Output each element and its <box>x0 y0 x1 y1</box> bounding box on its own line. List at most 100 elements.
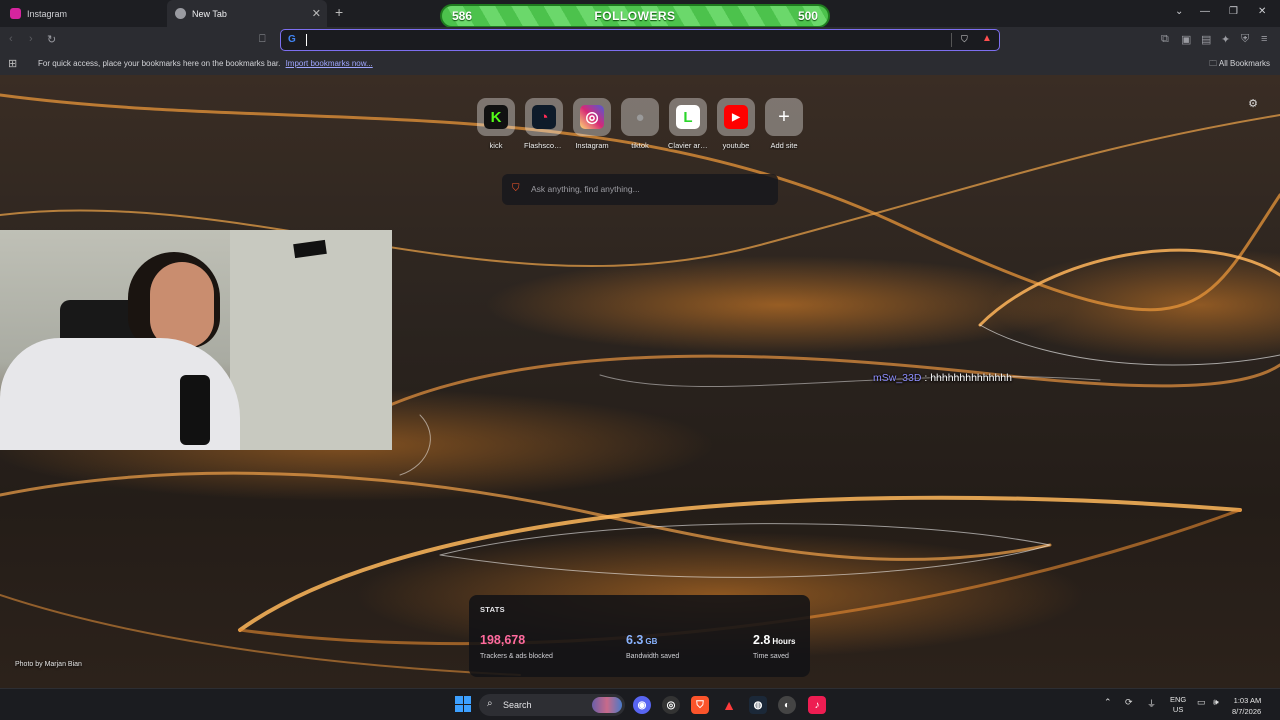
app-icon[interactable]: ◐ <box>778 696 796 714</box>
ntp-search-box[interactable]: ⛉ <box>502 174 778 205</box>
discord-icon[interactable]: ◉ <box>633 696 651 714</box>
bookmarks-bar: ⊞ For quick access, place your bookmarks… <box>0 53 1280 75</box>
stat-value: 6.3 <box>626 633 644 647</box>
wallet-icon[interactable]: ▤ <box>1201 33 1211 46</box>
microphone-icon[interactable]: ⏚ <box>1147 697 1156 710</box>
url-input[interactable] <box>309 32 909 48</box>
stat-unit: GB <box>645 637 658 646</box>
menu-icon[interactable]: ≡ <box>1261 33 1267 45</box>
bookmark-icon[interactable]: ⎕ <box>259 33 266 46</box>
reload-icon[interactable]: ↻ <box>47 33 56 46</box>
text-caret <box>306 34 307 46</box>
new-tab-page: K kick ◔ Flashscore.... ◎ Instagram ● ti… <box>0 75 1280 688</box>
webcam-wall <box>230 230 392 450</box>
back-arrow-icon[interactable]: ‹ <box>9 33 13 45</box>
top-site-flashscore[interactable]: ◔ Flashscore.... <box>524 98 564 150</box>
site-tile: L <box>669 98 707 136</box>
stat-label: Trackers & ads blocked <box>480 653 553 660</box>
stat-label: Time saved <box>753 653 789 660</box>
globe-icon: ● <box>635 108 645 126</box>
brave-shield-favicon-icon <box>175 8 186 19</box>
address-bar[interactable]: G ⛉ ▲ <box>280 29 1000 51</box>
bookmarks-message: For quick access, place your bookmarks h… <box>38 59 373 68</box>
tray-chevron-icon[interactable]: ⌃ <box>1104 697 1112 708</box>
volume-icon[interactable]: 🕪 <box>1213 697 1219 708</box>
photo-credit[interactable]: Photo by Marjan Bian <box>15 661 82 668</box>
tab-new-tab[interactable]: New Tab ✕ <box>167 0 327 27</box>
followers-goal-bar: 586 FOLLOWERS 500 <box>440 4 830 28</box>
windows-taskbar: ⌕ Search ◉ ◎ ⛉ ▲ ◍ ◐ ♪ ⌃ ⟳ ⏚ ENG US ▭ 🕪 … <box>0 688 1280 720</box>
sidebar-icon[interactable]: ▣ <box>1181 33 1191 46</box>
import-bookmarks-link[interactable]: Import bookmarks now... <box>286 59 373 68</box>
stats-heading: STATS <box>480 605 505 614</box>
brave-rewards-icon[interactable]: ▲ <box>982 33 992 44</box>
youtube-icon: ▶ <box>724 105 748 129</box>
site-label: Instagram <box>575 141 609 150</box>
site-tile: ◎ <box>573 98 611 136</box>
folder-icon: 🗀 <box>1209 59 1218 68</box>
webcam-microphone <box>180 375 210 445</box>
tab-title: Instagram <box>27 8 68 19</box>
top-site-clavier[interactable]: L Clavier ara... <box>668 98 708 150</box>
flashscore-icon: ◔ <box>532 105 556 129</box>
navigation-toolbar: ‹ › ↻ ⎕ G ⛉ ▲ ⧉ ▣ ▤ ✦ ⛨ ≡ <box>0 27 1280 53</box>
site-tile: K <box>477 98 515 136</box>
stat-label: Bandwidth saved <box>626 653 680 660</box>
site-label: Add site <box>770 141 798 150</box>
all-bookmarks-button[interactable]: 🗀 All Bookmarks <box>1209 58 1270 72</box>
tray-app-icon[interactable]: ⟳ <box>1125 697 1133 708</box>
apps-grid-icon[interactable]: ⊞ <box>8 57 17 70</box>
stat-value: 2.8 <box>753 633 771 647</box>
webcam-face <box>150 262 214 348</box>
divider <box>951 33 952 47</box>
site-tile: + <box>765 98 803 136</box>
search-highlight-image <box>592 697 622 713</box>
stream-chat-message: mSw_33D : hhhhhhhhhhhhhh <box>873 372 1012 384</box>
followers-label: FOLLOWERS <box>594 9 676 23</box>
top-site-kick[interactable]: K kick <box>476 98 516 150</box>
taskbar-search[interactable]: ⌕ Search <box>479 694 625 716</box>
all-bookmarks-label: All Bookmarks <box>1218 59 1270 68</box>
instagram-icon: ◎ <box>580 105 604 129</box>
ntp-search-input[interactable] <box>531 181 766 197</box>
site-tile: ▶ <box>717 98 755 136</box>
steam-icon[interactable]: ◍ <box>749 696 767 714</box>
leo-ai-icon[interactable]: ✦ <box>1221 33 1230 46</box>
site-tile: ◔ <box>525 98 563 136</box>
clock[interactable]: 1:03 AM 8/7/2026 <box>1232 695 1261 717</box>
forward-arrow-icon[interactable]: › <box>29 33 33 45</box>
chat-username: mSw_33D <box>873 372 922 384</box>
tiktok-icon[interactable]: ♪ <box>808 696 826 714</box>
top-site-instagram[interactable]: ◎ Instagram <box>572 98 612 150</box>
add-site-button[interactable]: + Add site <box>764 98 804 150</box>
stat-bandwidth-saved: 6.3 GB Bandwidth saved <box>626 631 679 660</box>
top-site-youtube[interactable]: ▶ youtube <box>716 98 756 150</box>
followers-current: 586 <box>452 9 473 23</box>
keyboard-region: US <box>1172 705 1184 714</box>
top-site-tiktok[interactable]: ● tiktok <box>620 98 660 150</box>
vpn-icon[interactable]: ⛨ <box>1241 33 1249 46</box>
brave-rewards-taskbar-icon[interactable]: ▲ <box>720 696 738 714</box>
windows-start-icon[interactable] <box>455 696 471 712</box>
customize-gear-icon[interactable]: ⚙ <box>1248 97 1258 110</box>
brave-icon[interactable]: ⛉ <box>691 696 709 714</box>
minimize-button[interactable]: — <box>1200 6 1210 17</box>
kick-icon: K <box>484 105 508 129</box>
language-code: ENG <box>1170 695 1187 704</box>
brave-shields-icon[interactable]: ⛉ <box>961 34 968 45</box>
followers-goal: 500 <box>797 9 818 23</box>
close-tab-icon[interactable]: ✕ <box>312 7 321 20</box>
plus-icon: + <box>778 105 790 128</box>
extensions-icon[interactable]: ⧉ <box>1161 33 1169 46</box>
tab-search-chevron-icon[interactable]: ⌄ <box>1175 6 1183 17</box>
maximize-button[interactable]: ❐ <box>1229 6 1238 17</box>
tab-instagram[interactable]: Instagram <box>0 0 165 27</box>
new-tab-button[interactable]: + <box>335 4 343 20</box>
taskbar-search-label: Search <box>503 700 532 710</box>
language-indicator[interactable]: ENG US <box>1170 695 1186 715</box>
close-window-button[interactable]: ✕ <box>1258 6 1266 17</box>
brave-lion-icon: ⛉ <box>512 183 520 194</box>
site-label: Clavier ara... <box>668 141 708 150</box>
obs-icon[interactable]: ◎ <box>662 696 680 714</box>
network-icon[interactable]: ▭ <box>1197 697 1206 708</box>
